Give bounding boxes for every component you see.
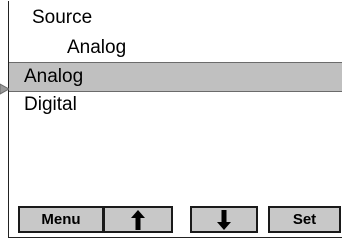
lcd-screen: Source Analog Analog Digital Menu Set xyxy=(0,0,344,240)
menu-button-label: Menu xyxy=(41,211,81,228)
menu-item-digital[interactable]: Digital xyxy=(9,91,342,121)
menu-item-analog[interactable]: Analog xyxy=(9,62,342,92)
set-button[interactable]: Set xyxy=(268,206,341,233)
arrow-up-icon xyxy=(131,209,145,230)
menu-title: Source xyxy=(32,7,93,28)
down-button[interactable] xyxy=(190,206,258,233)
up-button[interactable] xyxy=(103,206,173,233)
set-button-label: Set xyxy=(292,211,317,228)
arrow-down-icon xyxy=(217,209,231,230)
current-value: Analog xyxy=(67,37,127,58)
menu-button[interactable]: Menu xyxy=(18,206,104,233)
menu-item-label: Digital xyxy=(24,94,77,115)
menu-item-label: Analog xyxy=(24,66,84,87)
